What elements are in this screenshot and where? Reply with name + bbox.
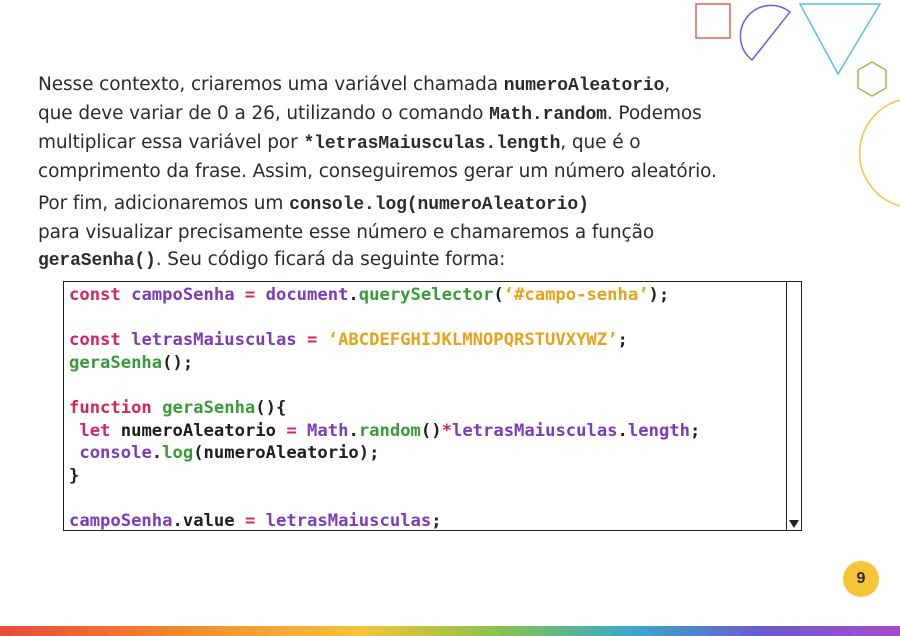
code-token: (numeroAleatorio);	[193, 443, 380, 464]
code-line: geraSenha();	[69, 352, 785, 375]
half-circle-shape	[739, 4, 792, 62]
p1-code-math-random: Math.random	[489, 105, 607, 125]
code-token: geraSenha	[69, 352, 163, 373]
code-token: letrasMaiusculas	[451, 420, 618, 441]
code-token: console	[79, 443, 152, 464]
code-token: ‘ABCDEFGHIJKLMNOPQRSTUVXYWZ’	[327, 330, 618, 351]
p1-code-numeroaleatorio: numeroAleatorio	[503, 76, 665, 96]
code-token: ;	[431, 510, 442, 531]
vertical-scrollbar[interactable]	[786, 282, 801, 530]
code-token: letrasMaiusculas	[131, 330, 308, 351]
code-token: .	[617, 420, 628, 441]
code-line: let numeroAleatorio = Math.random()*letr…	[69, 420, 785, 443]
code-token: value	[182, 510, 245, 531]
code-token: ();	[162, 352, 194, 373]
p1-code-length: *letrasMaiusculas.length	[303, 134, 561, 154]
code-line: }	[69, 465, 785, 488]
page-number-badge: 9	[843, 561, 879, 597]
code-line: console.log(numeroAleatorio);	[69, 442, 785, 465]
arc-shape	[858, 99, 900, 207]
code-token: log	[162, 443, 194, 464]
code-token: Math	[307, 420, 349, 441]
code-line: const letrasMaiusculas = ‘ABCDEFGHIJKLMN…	[69, 329, 785, 352]
square-shape	[695, 3, 731, 39]
p2-text-3: . Seu código ficará da seguinte forma:	[155, 249, 506, 270]
scroll-down-arrow-icon[interactable]	[789, 520, 799, 528]
code-token: =	[244, 285, 266, 305]
p2-code-gerasenha: geraSenha()	[38, 251, 156, 271]
p1-text-1: Nesse contexto, criaremos uma variável c…	[38, 74, 504, 95]
rainbow-footer-bar	[0, 626, 900, 636]
code-line: campoSenha.value = letrasMaiusculas;	[69, 510, 785, 531]
code-token: ‘#campo-senha’	[503, 285, 649, 305]
code-token: const	[69, 285, 132, 305]
code-token: const	[69, 330, 132, 351]
triangle-shape	[798, 3, 882, 76]
hexagon-shape	[857, 61, 887, 97]
code-token: }	[69, 465, 80, 486]
code-token: letrasMaiusculas	[265, 510, 432, 531]
code-token: geraSenha	[162, 397, 256, 418]
code-editor[interactable]: const campoSenha = document.querySelecto…	[63, 281, 802, 531]
p2-text-2: para visualizar precisamente esse número…	[38, 222, 655, 243]
code-token: random	[358, 420, 421, 441]
code-line: const campoSenha = document.querySelecto…	[69, 284, 785, 307]
code-token: =	[307, 330, 328, 351]
code-token: let	[79, 420, 121, 441]
code-token: (	[493, 285, 504, 305]
paragraph-2: Por fim, adicionaremos um console.log(nu…	[38, 190, 838, 275]
code-token: .	[172, 510, 183, 531]
p2-code-console-log: console.log(numeroAleatorio)	[289, 195, 589, 215]
code-token: function	[69, 397, 163, 418]
code-token: .	[151, 443, 163, 464]
code-token: querySelector	[358, 285, 494, 305]
code-token: ()	[420, 420, 442, 441]
code-token: =	[244, 510, 266, 531]
code-token: campoSenha	[69, 510, 173, 531]
code-token: *	[441, 420, 452, 441]
code-token: ;	[690, 420, 701, 441]
code-line: function geraSenha(){	[69, 397, 785, 420]
body-text: Nesse contexto, criaremos uma variável c…	[38, 71, 838, 280]
code-token: (){	[255, 397, 287, 418]
code-token: .	[348, 420, 359, 441]
code-token: );	[648, 285, 670, 305]
code-token: ;	[617, 330, 628, 351]
code-token: document	[265, 285, 349, 305]
code-token: .	[348, 285, 359, 305]
code-token: =	[286, 420, 308, 441]
paragraph-1: Nesse contexto, criaremos uma variável c…	[38, 71, 838, 185]
page-number: 9	[856, 570, 866, 587]
code-token: numeroAleatorio	[120, 420, 287, 441]
code-token: campoSenha	[131, 285, 245, 305]
code-token: length	[627, 420, 690, 441]
code-content: const campoSenha = document.querySelecto…	[69, 284, 785, 530]
p2-text-1: Por fim, adicionaremos um	[38, 193, 290, 214]
